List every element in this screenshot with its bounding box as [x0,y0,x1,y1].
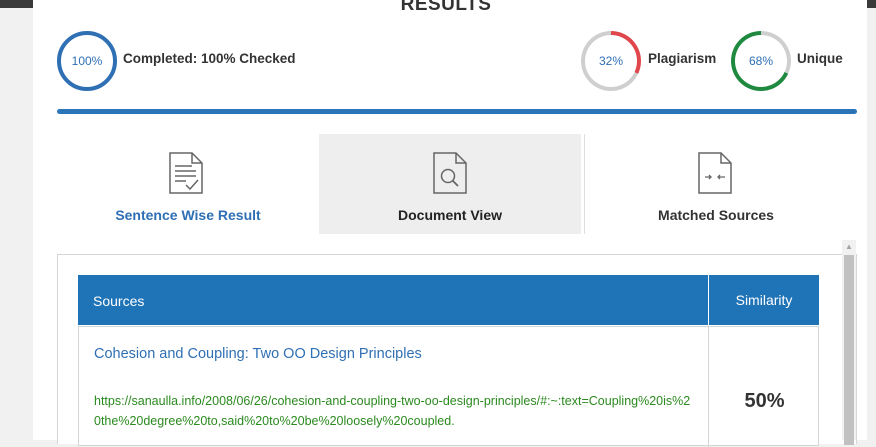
unique-label: Unique [797,51,843,66]
plagiarism-ring-text: 32% [598,54,624,68]
scroll-up-arrow-icon[interactable]: ▲ [842,240,856,254]
document-compare-icon [698,152,732,194]
completed-ring: 100% [57,31,117,91]
completed-label: Completed: 100% Checked [123,51,296,66]
column-header-similarity: Similarity [708,275,819,325]
tab-label: Matched Sources [658,207,774,223]
document-search-icon [433,152,467,194]
page-title: RESULTS [400,0,492,15]
unique-ring: 68% [731,31,791,91]
source-title-link[interactable]: Cohesion and Coupling: Two OO Design Pri… [94,346,422,362]
progress-bar [57,109,857,114]
document-check-icon [169,152,203,194]
scroll-thumb[interactable] [844,255,854,445]
tab-document-view[interactable]: Document View [319,134,581,234]
similarity-value: 50% [744,390,785,412]
unique-ring-text: 68% [748,54,774,68]
plagiarism-label: Plagiarism [648,51,717,66]
tab-sentence-wise-result[interactable]: Sentence Wise Result [57,134,319,234]
completed-ring-text: 100% [71,54,103,68]
column-header-sources: Sources [93,293,145,309]
tab-matched-sources[interactable]: Matched Sources [584,134,847,234]
plagiarism-ring: 32% [581,31,641,91]
scrollbar[interactable]: ▲ [842,240,856,445]
table-row: Cohesion and Coupling: Two OO Design Pri… [78,326,819,447]
column-divider [708,327,709,447]
tab-label: Sentence Wise Result [115,207,261,223]
source-url-link[interactable]: https://sanaulla.info/2008/06/26/cohesio… [94,391,694,431]
table-header: Sources Similarity [78,275,819,325]
tab-label: Document View [398,207,502,223]
